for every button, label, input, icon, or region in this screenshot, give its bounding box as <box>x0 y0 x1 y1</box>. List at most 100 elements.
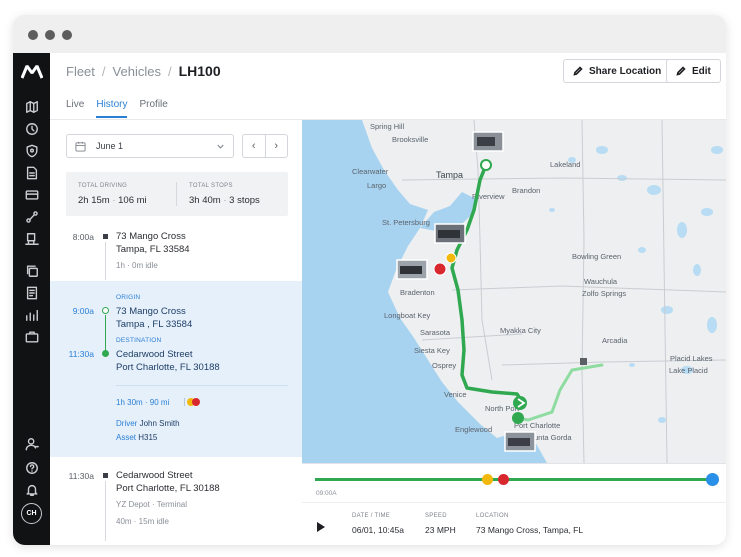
destination-address-line2: Port Charlotte, FL 30188 <box>116 362 220 373</box>
city-label: Venice <box>444 390 467 399</box>
route-map[interactable]: Spring Hill Brooksville Clearwater Tampa… <box>302 120 726 463</box>
city-label: Spring Hill <box>370 122 405 131</box>
breadcrumb-vehicles-link[interactable]: Vehicles <box>113 64 161 79</box>
chevron-left-icon[interactable]: ‹ <box>243 135 266 157</box>
city-label: Longboat Key <box>384 311 431 320</box>
user-icon[interactable] <box>23 435 40 452</box>
page-title: LH100 <box>178 63 221 79</box>
total-stops-value: 3h 40m · 3 stops <box>189 195 260 206</box>
speed-value: 23 MPH <box>425 525 456 535</box>
tab-profile[interactable]: Profile <box>139 99 167 118</box>
scrubber-fill <box>315 478 713 481</box>
map-canvas[interactable]: Spring Hill Brooksville Clearwater Tampa… <box>302 120 726 463</box>
total-stops-label: TOTAL STOPS <box>189 183 233 189</box>
driving-time: 2h 15m <box>78 195 110 206</box>
alert-event-icon[interactable] <box>192 398 200 406</box>
stop-duration-value: 1h <box>116 261 125 270</box>
scrubber-alert-marker[interactable] <box>498 474 509 485</box>
stop-depot-name: YZ Depot <box>116 500 150 509</box>
datetime-label: DATE / TIME <box>352 513 391 519</box>
timeline-line <box>105 242 106 280</box>
driving-distance: 106 mi <box>118 195 147 206</box>
timeline-line <box>105 481 106 541</box>
clock-icon[interactable] <box>23 120 40 137</box>
stop-idle-value: 15m idle <box>138 517 169 526</box>
destination-label: DESTINATION <box>116 337 162 344</box>
window-maximize-button[interactable] <box>62 30 72 40</box>
origin-marker <box>102 307 109 314</box>
scrubber-warning-marker[interactable] <box>482 474 493 485</box>
play-icon[interactable] <box>316 521 326 533</box>
stop-marker <box>103 473 108 478</box>
alert-map-marker[interactable] <box>433 262 447 276</box>
tab-live[interactable]: Live <box>66 99 84 118</box>
trip-duration: 1h 30m <box>116 398 143 407</box>
edit-button[interactable]: Edit <box>666 59 721 83</box>
card-icon[interactable] <box>23 186 40 203</box>
trip-line <box>105 315 106 351</box>
warning-map-marker[interactable] <box>445 252 457 264</box>
camera-thumbnail-image <box>438 230 460 238</box>
briefcase-icon[interactable] <box>23 328 40 345</box>
avatar[interactable]: CH <box>21 503 42 524</box>
chart-icon[interactable] <box>23 306 40 323</box>
city-label: Tampa <box>436 170 463 180</box>
stop-depot-type: Terminal <box>156 500 187 509</box>
share-location-button[interactable]: Share Location <box>563 59 672 83</box>
camera-thumbnail-image <box>400 266 422 274</box>
chevron-right-icon[interactable]: › <box>266 135 288 157</box>
history-panel: June 1 ‹ › TOTAL DRIVING 2h 15m · 106 mi… <box>50 120 302 545</box>
city-label: Siesta Key <box>414 346 450 355</box>
window-close-button[interactable] <box>28 30 38 40</box>
summary-divider <box>176 182 177 206</box>
city-label: Bradenton <box>400 288 435 297</box>
m-logo-icon[interactable] <box>21 65 43 79</box>
stop-idle-value: 0m idle <box>132 261 158 270</box>
breadcrumb: Fleet / Vehicles / LH100 <box>66 63 221 79</box>
date-picker[interactable]: June 1 <box>66 134 234 158</box>
route-icon[interactable] <box>23 208 40 225</box>
driver-name[interactable]: John Smith <box>140 419 180 428</box>
origin-label: ORIGIN <box>116 294 141 301</box>
scrubber-handle[interactable] <box>706 473 720 486</box>
help-icon[interactable] <box>23 459 40 476</box>
file-icon[interactable] <box>23 284 40 301</box>
asset-name[interactable]: H315 <box>138 433 157 442</box>
camera-thumbnail-image <box>477 137 495 146</box>
scrubber-start-time: 09:00A <box>316 490 337 497</box>
stop-square-marker[interactable] <box>580 358 587 365</box>
stop-address-line2: Port Charlotte, FL 30188 <box>116 483 220 494</box>
stop-duration: 40m · 15m idle <box>116 517 169 526</box>
city-label: Bowling Green <box>572 252 621 261</box>
total-driving-label: TOTAL DRIVING <box>78 183 128 189</box>
origin-time: 9:00a <box>72 306 94 316</box>
stop-depot: YZ Depot · Terminal <box>116 500 187 509</box>
breadcrumb-fleet-link[interactable]: Fleet <box>66 64 95 79</box>
tab-history[interactable]: History <box>96 99 128 118</box>
city-label: Clearwater <box>352 167 389 176</box>
location-value: 73 Mango Cross, Tampa, FL <box>476 525 584 535</box>
window-minimize-button[interactable] <box>45 30 55 40</box>
truck-icon[interactable] <box>23 230 40 247</box>
origin-address-line2: Tampa , FL 33584 <box>116 319 193 330</box>
stop-address-line2: Tampa, FL 33584 <box>116 244 190 255</box>
trip-metrics: 1h 30m · 90 mi <box>116 398 170 407</box>
city-label: Sarasota <box>420 328 451 337</box>
city-label: Englewood <box>455 425 492 434</box>
shield-icon[interactable] <box>23 142 40 159</box>
map-icon[interactable] <box>23 98 40 115</box>
destination-marker <box>102 350 109 357</box>
route-origin-marker[interactable] <box>480 159 492 171</box>
date-value: June 1 <box>96 141 124 151</box>
document-icon[interactable] <box>23 164 40 181</box>
route-destination-marker[interactable] <box>512 412 524 424</box>
destination-address-line1: Cedarwood Street <box>116 349 193 360</box>
bell-icon[interactable] <box>23 481 40 498</box>
trip-card[interactable]: ORIGIN 9:00a 73 Mango Cross Tampa , FL 3… <box>50 281 302 457</box>
main-content: Fleet / Vehicles / LH100 Share Location … <box>50 53 726 545</box>
copy-icon[interactable] <box>23 262 40 279</box>
window-titlebar <box>13 15 726 53</box>
pencil-icon <box>676 66 686 76</box>
asset-row: Asset H315 <box>116 433 157 442</box>
sidebar: CH <box>13 53 50 545</box>
